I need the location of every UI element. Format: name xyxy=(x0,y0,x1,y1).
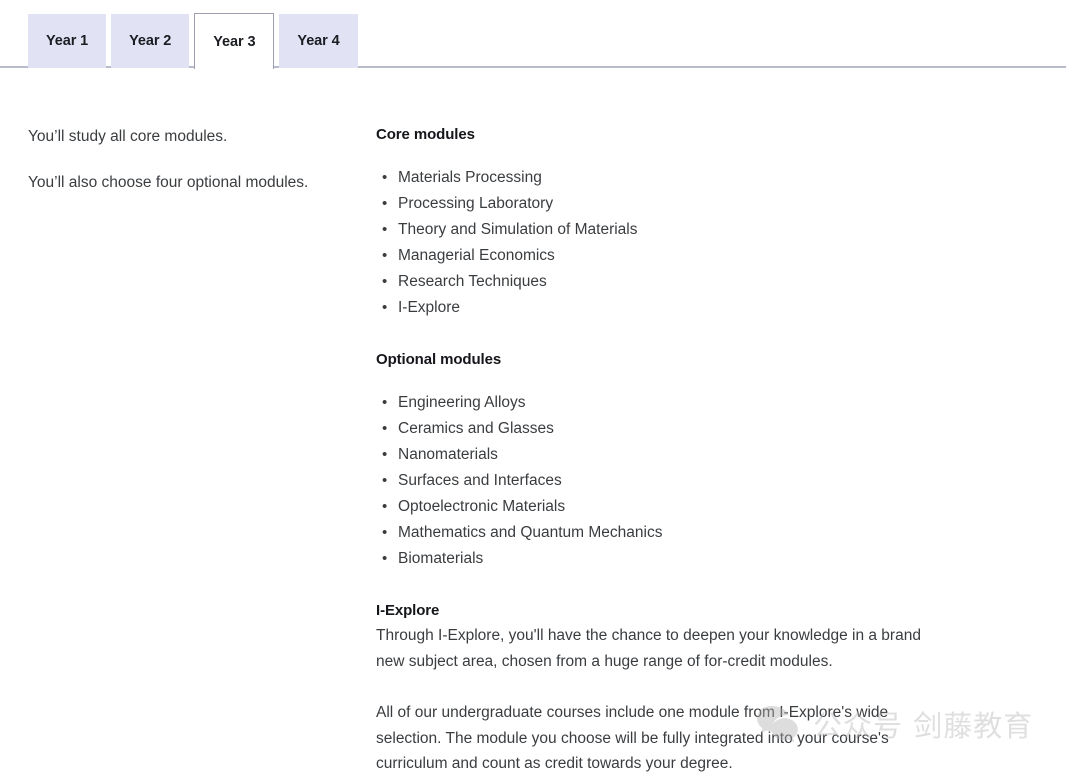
iexplore-paragraph-2: All of our undergraduate courses include… xyxy=(376,704,889,772)
list-item: Mathematics and Quantum Mechanics xyxy=(376,520,980,546)
list-item: Optoelectronic Materials xyxy=(376,494,980,520)
iexplore-heading: I-Explore xyxy=(376,602,440,619)
list-item: Managerial Economics xyxy=(376,243,980,269)
intro-paragraph-optional: You’ll also choose four optional modules… xyxy=(28,174,309,192)
tab-panel-year-3: You’ll study all core modules. You’ll al… xyxy=(0,68,1080,777)
intro-column: You’ll study all core modules. You’ll al… xyxy=(0,126,376,777)
list-item: Engineering Alloys xyxy=(376,390,980,416)
modules-column: Core modules Materials Processing Proces… xyxy=(376,126,1080,777)
year-tab-bar: Year 1 Year 2 Year 3 Year 4 xyxy=(0,0,1080,69)
intro-paragraph-core: You’ll study all core modules. xyxy=(28,128,228,145)
core-modules-heading: Core modules xyxy=(376,126,475,143)
list-item: I-Explore xyxy=(376,295,980,321)
list-item: Processing Laboratory xyxy=(376,191,980,217)
optional-modules-heading: Optional modules xyxy=(376,351,502,368)
list-item: Research Techniques xyxy=(376,269,980,295)
tab-year-4[interactable]: Year 4 xyxy=(279,14,358,68)
iexplore-paragraph-1: Through I-Explore, you'll have the chanc… xyxy=(376,627,921,670)
tab-year-1[interactable]: Year 1 xyxy=(28,14,107,68)
list-item: Theory and Simulation of Materials xyxy=(376,217,980,243)
list-item: Nanomaterials xyxy=(376,442,980,468)
list-item: Surfaces and Interfaces xyxy=(376,468,980,494)
list-item: Biomaterials xyxy=(376,546,980,572)
tab-year-2[interactable]: Year 2 xyxy=(111,14,190,68)
optional-modules-list: Engineering Alloys Ceramics and Glasses … xyxy=(376,390,980,572)
tab-year-3[interactable]: Year 3 xyxy=(194,13,275,69)
list-item: Ceramics and Glasses xyxy=(376,416,980,442)
list-item: Materials Processing xyxy=(376,165,980,191)
core-modules-list: Materials Processing Processing Laborato… xyxy=(376,165,980,321)
